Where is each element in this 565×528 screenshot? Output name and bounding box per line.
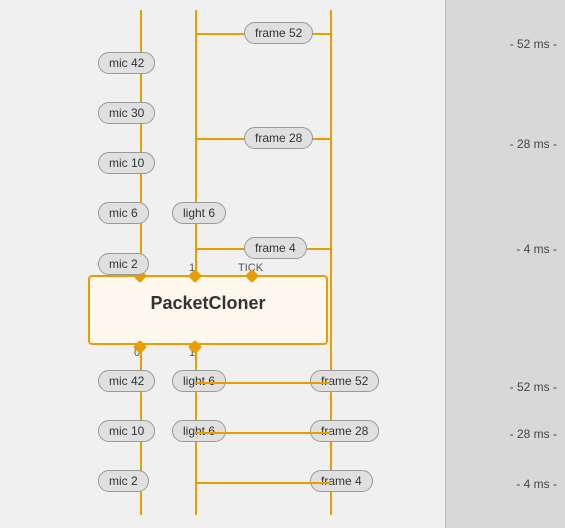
packet-cloner-label: PacketCloner [88, 293, 328, 314]
node-frame28-in[interactable]: frame 28 [244, 127, 313, 149]
node-mic2-in[interactable]: mic 2 [98, 253, 149, 275]
timing-panel: - 52 ms - - 28 ms - - 4 ms - - 52 ms - -… [445, 0, 565, 528]
node-frame52-out[interactable]: frame 52 [310, 370, 379, 392]
node-mic2-out[interactable]: mic 2 [98, 470, 149, 492]
node-mic6-in[interactable]: mic 6 [98, 202, 149, 224]
hline-out-frame4 [195, 482, 330, 484]
node-frame4-in[interactable]: frame 4 [244, 237, 307, 259]
diagram-area: PacketCloner 0 1 TICK 0 1 mic 42 mic 30 … [0, 0, 390, 528]
node-mic10-out[interactable]: mic 10 [98, 420, 155, 442]
node-frame52-in[interactable]: frame 52 [244, 22, 313, 44]
timing-52ms-bot: - 52 ms - [510, 380, 557, 394]
node-mic10-in[interactable]: mic 10 [98, 152, 155, 174]
node-mic42-in[interactable]: mic 42 [98, 52, 155, 74]
timing-28ms-bot: - 28 ms - [510, 427, 557, 441]
node-light6-out2[interactable]: light 6 [172, 420, 226, 442]
node-light6-in[interactable]: light 6 [172, 202, 226, 224]
timing-4ms-top: - 4 ms - [516, 242, 557, 256]
timing-28ms-top: - 28 ms - [510, 137, 557, 151]
node-frame4-out[interactable]: frame 4 [310, 470, 373, 492]
timing-52ms-top: - 52 ms - [510, 37, 557, 51]
hline-out-frame52 [195, 382, 330, 384]
timing-4ms-bot: - 4 ms - [516, 477, 557, 491]
node-frame28-out[interactable]: frame 28 [310, 420, 379, 442]
node-light6-out1[interactable]: light 6 [172, 370, 226, 392]
hline-out-frame28 [195, 432, 330, 434]
node-mic30-in[interactable]: mic 30 [98, 102, 155, 124]
node-mic42-out[interactable]: mic 42 [98, 370, 155, 392]
